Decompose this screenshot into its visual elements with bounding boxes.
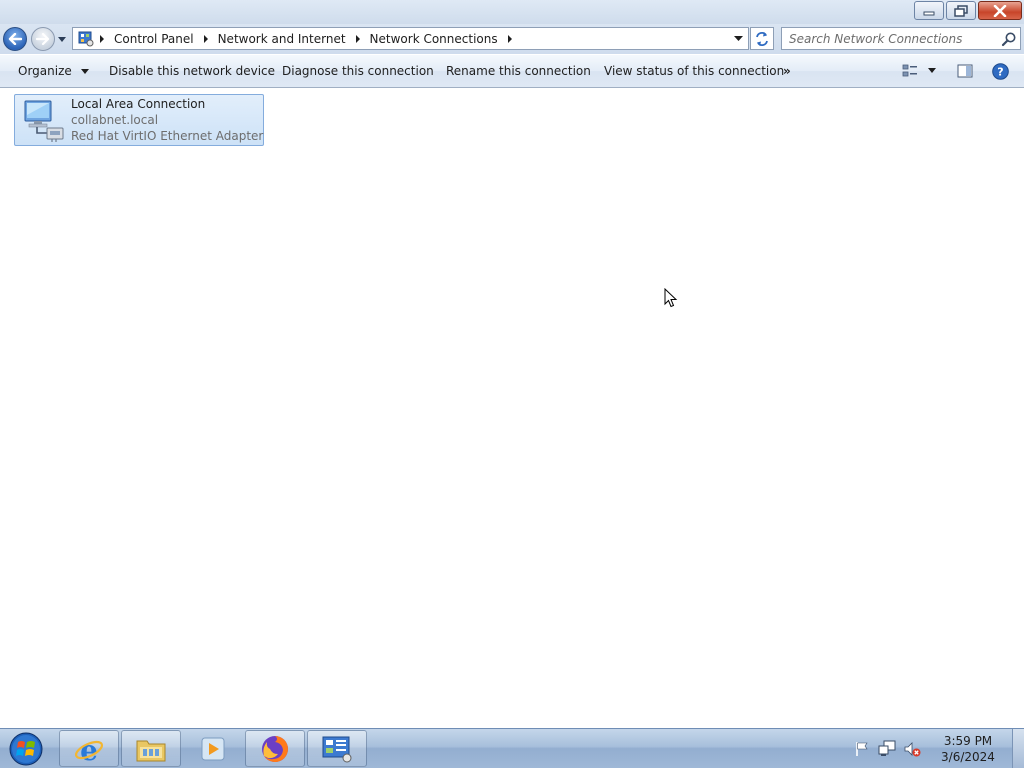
view-options-chevron-down-icon[interactable] xyxy=(928,68,936,74)
back-button[interactable] xyxy=(3,27,27,51)
refresh-button[interactable] xyxy=(750,27,774,50)
forward-arrow-icon xyxy=(36,33,50,45)
svg-text:?: ? xyxy=(997,66,1003,79)
control-panel-icon xyxy=(78,31,94,46)
minimize-button[interactable] xyxy=(914,1,944,20)
search-input[interactable] xyxy=(782,28,996,49)
forward-button[interactable] xyxy=(31,27,55,51)
address-history-dropdown-icon[interactable] xyxy=(730,31,746,47)
action-center-flag-icon[interactable] xyxy=(853,740,871,758)
breadcrumb-separator-icon[interactable] xyxy=(199,32,213,46)
refresh-icon xyxy=(756,31,768,46)
breadcrumb-control-panel[interactable]: Control Panel xyxy=(109,32,199,46)
disable-network-device-button[interactable]: Disable this network device xyxy=(109,64,275,78)
svg-text:e: e xyxy=(80,734,98,765)
taskbar-media-player[interactable] xyxy=(183,730,243,767)
restore-icon xyxy=(954,4,968,17)
recent-pages-dropdown-icon[interactable] xyxy=(57,34,67,44)
network-adapter-icon xyxy=(24,100,64,142)
address-bar[interactable]: Control Panel Network and Internet Netwo… xyxy=(72,27,749,50)
diagnose-connection-button[interactable]: Diagnose this connection xyxy=(282,64,434,78)
chevron-down-icon xyxy=(80,69,89,74)
notification-area: 3:59 PM 3/6/2024 xyxy=(853,729,1008,768)
window-title-bar xyxy=(0,0,1024,24)
taskbar-internet-explorer[interactable]: e xyxy=(59,730,119,767)
address-row: Control Panel Network and Internet Netwo… xyxy=(0,24,1024,54)
internet-explorer-icon: e xyxy=(74,734,104,765)
connection-name: Local Area Connection xyxy=(71,97,206,111)
windows-explorer-icon xyxy=(136,740,166,761)
mouse-cursor-icon xyxy=(664,288,678,308)
breadcrumb-network-connections[interactable]: Network Connections xyxy=(365,32,503,46)
start-orb-icon[interactable] xyxy=(6,730,46,768)
control-panel-icon xyxy=(322,736,352,762)
restore-button[interactable] xyxy=(946,1,976,20)
back-arrow-icon xyxy=(8,33,22,45)
connections-list: Local Area Connection collabnet.local Re… xyxy=(0,88,1024,728)
firefox-icon xyxy=(262,735,288,762)
breadcrumb-separator-icon[interactable] xyxy=(95,32,109,46)
volume-muted-icon[interactable] xyxy=(903,740,921,758)
caption-buttons xyxy=(912,1,1022,20)
organize-menu-button[interactable]: Organize xyxy=(18,64,89,78)
connection-item-local-area-connection[interactable]: Local Area Connection collabnet.local Re… xyxy=(14,94,264,146)
taskbar-firefox[interactable] xyxy=(245,730,305,767)
more-commands-button[interactable]: » xyxy=(783,64,791,78)
clock-date: 3/6/2024 xyxy=(941,750,995,764)
system-clock[interactable]: 3:59 PM 3/6/2024 xyxy=(928,733,1008,765)
taskbar: e 3:59 PM 3/6/2024 xyxy=(0,728,1024,768)
help-icon[interactable]: ? xyxy=(992,63,1009,80)
breadcrumb-network-and-internet[interactable]: Network and Internet xyxy=(213,32,351,46)
breadcrumb-separator-icon[interactable] xyxy=(351,32,365,46)
connection-device: Red Hat VirtIO Ethernet Adapter xyxy=(71,129,264,143)
minimize-icon xyxy=(923,11,935,15)
connection-network: collabnet.local xyxy=(71,113,159,127)
taskbar-windows-explorer[interactable] xyxy=(121,730,181,767)
view-status-button[interactable]: View status of this connection xyxy=(604,64,784,78)
search-icon[interactable] xyxy=(1001,31,1017,47)
show-desktop-button[interactable] xyxy=(1012,729,1024,768)
organize-label: Organize xyxy=(18,64,72,78)
breadcrumb-separator-icon[interactable] xyxy=(503,32,517,46)
close-icon xyxy=(993,4,1007,17)
search-box xyxy=(781,27,1021,50)
media-player-icon xyxy=(201,737,225,760)
taskbar-control-panel[interactable] xyxy=(307,730,367,767)
preview-pane-icon[interactable] xyxy=(957,63,973,79)
network-status-icon[interactable] xyxy=(878,740,896,758)
clock-time: 3:59 PM xyxy=(943,734,993,748)
command-bar: Organize Disable this network device Dia… xyxy=(0,55,1024,88)
rename-connection-button[interactable]: Rename this connection xyxy=(446,64,591,78)
change-view-icon[interactable] xyxy=(902,63,918,79)
close-button[interactable] xyxy=(978,1,1022,20)
